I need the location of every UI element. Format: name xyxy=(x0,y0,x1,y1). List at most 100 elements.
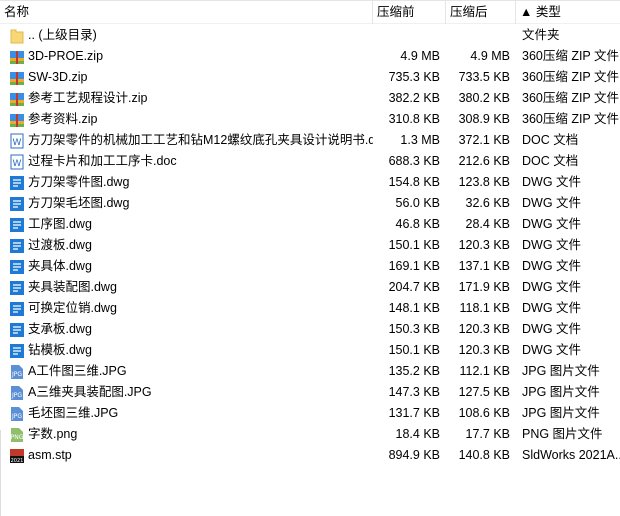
file-compressed-size: 120.3 KB xyxy=(458,238,510,252)
file-type: 360压缩 ZIP 文件 xyxy=(522,91,620,105)
file-size: 18.4 KB xyxy=(395,427,440,441)
file-type: DWG 文件 xyxy=(522,238,582,252)
jpg-file-icon: JPG xyxy=(9,364,25,380)
file-size: 131.7 KB xyxy=(388,406,440,420)
file-size: 150.3 KB xyxy=(388,322,440,336)
file-name: 方刀架毛坯图.dwg xyxy=(28,196,130,210)
file-row[interactable]: JPG 毛坯图三维.JPG 131.7 KB 108.6 KB JPG 图片文件 xyxy=(0,403,620,424)
file-row[interactable]: 夹具装配图.dwg 204.7 KB 171.9 KB DWG 文件 xyxy=(0,277,620,298)
file-type: JPG 图片文件 xyxy=(522,385,600,399)
file-row[interactable]: PNG 字数.png 18.4 KB 17.7 KB PNG 图片文件 xyxy=(0,424,620,445)
column-size[interactable]: 压缩前 xyxy=(373,1,446,24)
zip-file-icon xyxy=(9,49,25,65)
file-size: 1.3 MB xyxy=(400,133,440,147)
file-size: 4.9 MB xyxy=(400,49,440,63)
file-type: DOC 文档 xyxy=(522,133,579,147)
file-row[interactable]: 参考资料.zip 310.8 KB 308.9 KB 360压缩 ZIP 文件 xyxy=(0,109,620,130)
file-row[interactable]: 可换定位销.dwg 148.1 KB 118.1 KB DWG 文件 xyxy=(0,298,620,319)
file-row[interactable]: W 过程卡片和加工工序卡.doc 688.3 KB 212.6 KB DOC 文… xyxy=(0,151,620,172)
dwg-file-icon xyxy=(9,259,25,275)
dwg-file-icon xyxy=(9,343,25,359)
file-name: 夹具体.dwg xyxy=(28,259,92,273)
svg-text:JPG: JPG xyxy=(11,413,22,420)
file-size: 154.8 KB xyxy=(388,175,440,189)
zip-file-icon xyxy=(9,112,25,128)
file-type: PNG 图片文件 xyxy=(522,427,603,441)
file-row[interactable]: 方刀架零件图.dwg 154.8 KB 123.8 KB DWG 文件 xyxy=(0,172,620,193)
file-type: DOC 文档 xyxy=(522,154,579,168)
column-name[interactable]: 名称 xyxy=(0,1,373,24)
file-row[interactable]: 3D-PROE.zip 4.9 MB 4.9 MB 360压缩 ZIP 文件 xyxy=(0,46,620,67)
file-compressed-size: 127.5 KB xyxy=(458,385,510,399)
file-list: .. (上级目录) 文件夹 3D-PROE.zip 4.9 MB 4.9 MB … xyxy=(0,25,620,466)
file-size: 135.2 KB xyxy=(388,364,440,378)
zip-file-icon xyxy=(9,70,25,86)
file-name: asm.stp xyxy=(28,448,72,462)
file-name: 过程卡片和加工工序卡.doc xyxy=(28,154,177,168)
file-name: 字数.png xyxy=(28,427,78,441)
file-size: 148.1 KB xyxy=(388,301,440,315)
file-size: 56.0 KB xyxy=(395,196,440,210)
file-name: .. (上级目录) xyxy=(28,28,97,42)
file-type: 360压缩 ZIP 文件 xyxy=(522,49,620,63)
svg-text:W: W xyxy=(13,138,22,148)
file-compressed-size: 140.8 KB xyxy=(458,448,510,462)
file-type: 360压缩 ZIP 文件 xyxy=(522,70,620,84)
file-row[interactable]: 支承板.dwg 150.3 KB 120.3 KB DWG 文件 xyxy=(0,319,620,340)
svg-text:JPG: JPG xyxy=(11,371,22,378)
file-name: 可换定位销.dwg xyxy=(28,301,117,315)
file-type: JPG 图片文件 xyxy=(522,364,600,378)
file-row[interactable]: 2021 asm.stp 894.9 KB 140.8 KB SldWorks … xyxy=(0,445,620,466)
dwg-file-icon xyxy=(9,301,25,317)
file-row[interactable]: 方刀架毛坯图.dwg 56.0 KB 32.6 KB DWG 文件 xyxy=(0,193,620,214)
file-compressed-size: 4.9 MB xyxy=(470,49,510,63)
file-name: 3D-PROE.zip xyxy=(28,49,104,63)
column-type[interactable]: ▲ 类型 xyxy=(516,1,620,24)
file-compressed-size: 32.6 KB xyxy=(465,196,510,210)
file-compressed-size: 171.9 KB xyxy=(458,280,510,294)
file-type: DWG 文件 xyxy=(522,196,582,210)
file-compressed-size: 28.4 KB xyxy=(465,217,510,231)
file-name: SW-3D.zip xyxy=(28,70,88,84)
file-type: 文件夹 xyxy=(522,28,560,42)
file-compressed-size: 118.1 KB xyxy=(459,301,510,315)
file-size: 150.1 KB xyxy=(388,238,440,252)
file-compressed-size: 108.6 KB xyxy=(458,406,510,420)
file-type: DWG 文件 xyxy=(522,259,582,273)
file-name: 过渡板.dwg xyxy=(28,238,92,252)
file-compressed-size: 137.1 KB xyxy=(458,259,510,273)
file-size: 150.1 KB xyxy=(388,343,440,357)
file-row[interactable]: JPG A三维夹具装配图.JPG 147.3 KB 127.5 KB JPG 图… xyxy=(0,382,620,403)
file-name: 方刀架零件图.dwg xyxy=(28,175,130,189)
file-row[interactable]: 工序图.dwg 46.8 KB 28.4 KB DWG 文件 xyxy=(0,214,620,235)
file-name: 钻模板.dwg xyxy=(28,343,92,357)
doc-file-icon: W xyxy=(9,154,25,170)
file-row[interactable]: W 方刀架零件的机械加工工艺和钻M12螺纹底孔夹具设计说明书.d... 1.3 … xyxy=(0,130,620,151)
file-size: 310.8 KB xyxy=(388,112,440,126)
file-size: 735.3 KB xyxy=(388,70,440,84)
jpg-file-icon: JPG xyxy=(9,406,25,422)
dwg-file-icon xyxy=(9,280,25,296)
file-compressed-size: 120.3 KB xyxy=(458,343,510,357)
folder-file-icon xyxy=(9,28,25,44)
file-row[interactable]: 钻模板.dwg 150.1 KB 120.3 KB DWG 文件 xyxy=(0,340,620,361)
png-file-icon: PNG xyxy=(9,427,25,443)
file-row[interactable]: JPG A工件图三维.JPG 135.2 KB 112.1 KB JPG 图片文… xyxy=(0,361,620,382)
file-row[interactable]: 夹具体.dwg 169.1 KB 137.1 KB DWG 文件 xyxy=(0,256,620,277)
file-row[interactable]: .. (上级目录) 文件夹 xyxy=(0,25,620,46)
file-row[interactable]: 参考工艺规程设计.zip 382.2 KB 380.2 KB 360压缩 ZIP… xyxy=(0,88,620,109)
file-compressed-size: 120.3 KB xyxy=(458,322,510,336)
file-row[interactable]: SW-3D.zip 735.3 KB 733.5 KB 360压缩 ZIP 文件 xyxy=(0,67,620,88)
file-compressed-size: 112.1 KB xyxy=(459,364,510,378)
file-size: 147.3 KB xyxy=(388,385,440,399)
svg-text:2021: 2021 xyxy=(11,458,24,464)
file-name: 参考工艺规程设计.zip xyxy=(28,91,148,105)
file-type: JPG 图片文件 xyxy=(522,406,600,420)
file-name: 方刀架零件的机械加工工艺和钻M12螺纹底孔夹具设计说明书.d... xyxy=(28,133,373,147)
column-compressed[interactable]: 压缩后 xyxy=(446,1,516,24)
dwg-file-icon xyxy=(9,196,25,212)
file-row[interactable]: 过渡板.dwg 150.1 KB 120.3 KB DWG 文件 xyxy=(0,235,620,256)
file-type: DWG 文件 xyxy=(522,175,582,189)
file-type: 360压缩 ZIP 文件 xyxy=(522,112,620,126)
file-name: A三维夹具装配图.JPG xyxy=(28,385,152,399)
